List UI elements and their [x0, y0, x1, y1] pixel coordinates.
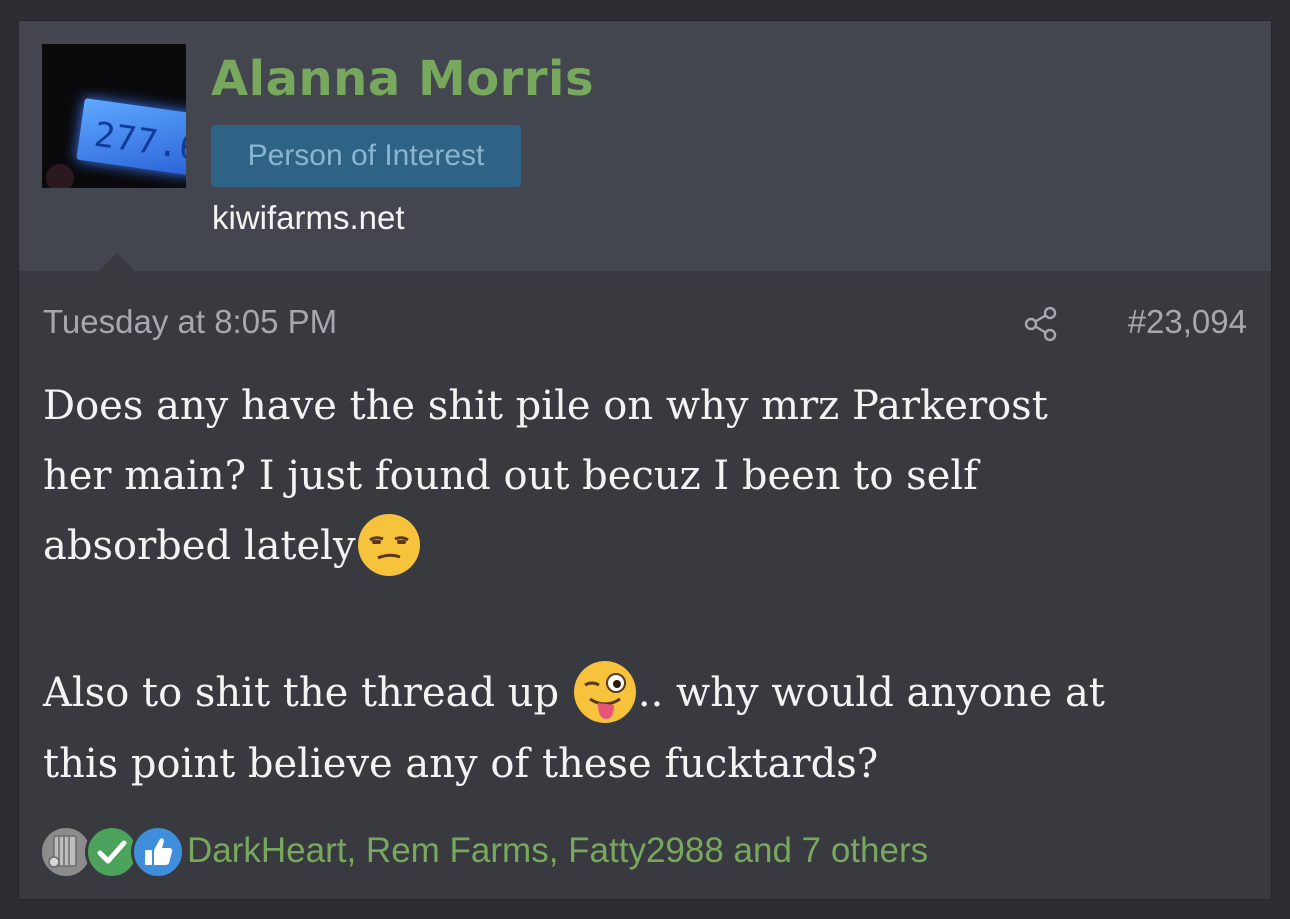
post-user-header: 277.6 Alanna Morris Person of Interest k…	[19, 21, 1271, 271]
post-text-line: Also to shit the thread up .. why would …	[43, 658, 1253, 729]
post-text-segment: absorbed lately	[43, 523, 356, 569]
post-text-segment: .. why would anyone at	[637, 670, 1105, 716]
message-post: 277.6 Alanna Morris Person of Interest k…	[18, 20, 1272, 900]
avatar-dial	[46, 164, 74, 188]
post-number-link[interactable]: #23,094	[1128, 303, 1247, 341]
post-text-line: Does any have the shit pile on why mrz P…	[43, 383, 1048, 429]
reactions-bar[interactable]: DarkHeart, Rem Farms, Fatty2988 and 7 ot…	[39, 821, 1239, 883]
post-text-line: this point believe any of these fucktard…	[43, 741, 879, 787]
post-text-line: absorbed lately	[43, 511, 1253, 582]
user-location: kiwifarms.net	[212, 199, 405, 236]
winking-face-with-tongue-emoji	[573, 661, 636, 723]
post-text-line: her main? I just found out becuz I been …	[43, 453, 978, 499]
unamused-face-emoji	[357, 514, 420, 576]
header-pointer	[99, 253, 135, 271]
user-title-badge: Person of Interest	[211, 125, 521, 187]
post-body: Does any have the shit pile on why mrz P…	[43, 371, 1253, 799]
thumbs-up-icon[interactable]	[131, 825, 185, 879]
post-date-link[interactable]: Tuesday at 8:05 PM	[43, 303, 337, 341]
share-icon[interactable]	[1023, 306, 1059, 342]
post-text-segment: Also to shit the thread up	[43, 670, 572, 716]
reactions-summary-link[interactable]: DarkHeart, Rem Farms, Fatty2988 and 7 ot…	[187, 831, 928, 871]
username-link[interactable]: Alanna Morris	[211, 51, 594, 107]
avatar[interactable]: 277.6	[42, 44, 186, 188]
